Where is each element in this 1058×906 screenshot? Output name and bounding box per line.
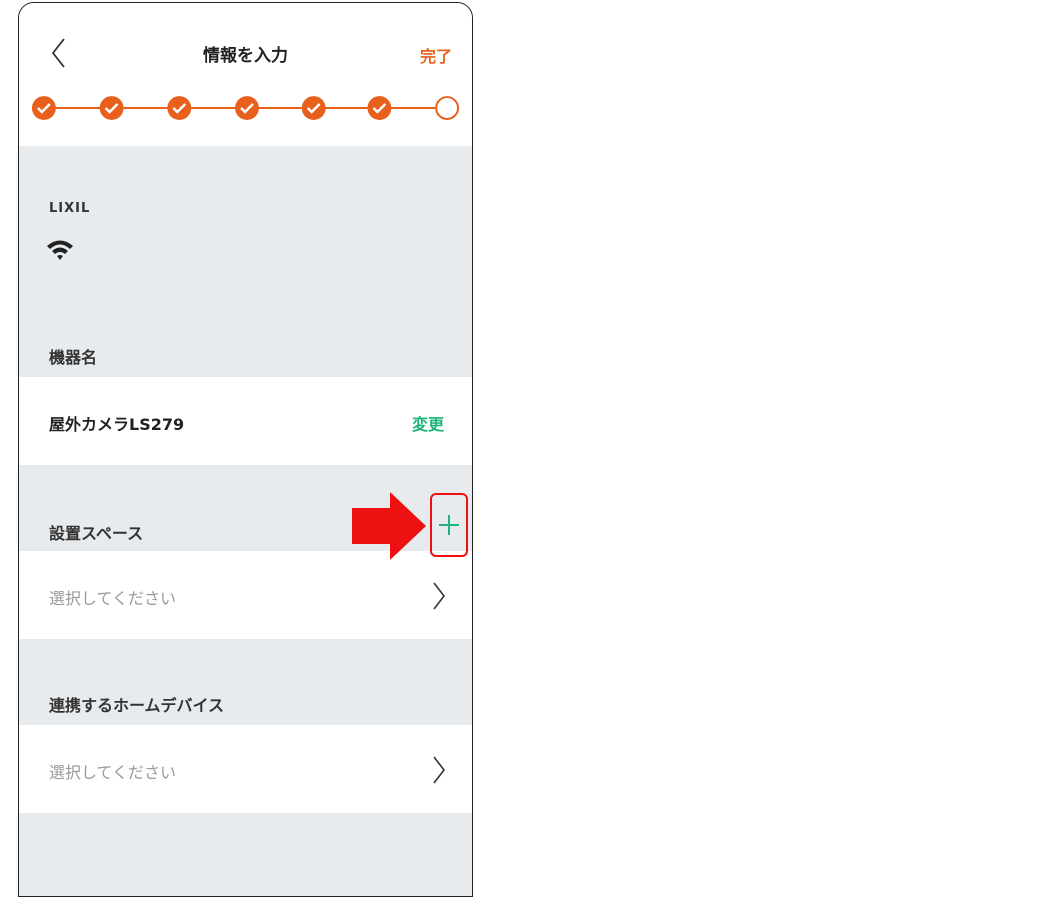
page-title: 情報を入力 [203, 46, 288, 66]
install-space-label: 設置スペース [49, 524, 144, 543]
device-name-row: 屋外カメラLS279 変更 [19, 377, 472, 465]
wifi-icon [47, 240, 73, 260]
chevron-right-icon [433, 756, 446, 784]
home-devices-select[interactable]: 選択してください [19, 725, 472, 813]
install-space-placeholder: 選択してください [49, 589, 177, 608]
step-2-complete [99, 96, 124, 120]
device-brand: LIXIL [49, 201, 91, 216]
install-space-select[interactable]: 選択してください [19, 551, 472, 639]
step-1-complete [31, 96, 56, 120]
done-button[interactable]: 完了 [420, 43, 452, 67]
home-devices-placeholder: 選択してください [49, 763, 177, 782]
chevron-right-icon [433, 582, 446, 610]
step-5-complete [301, 96, 326, 120]
step-3-complete [167, 96, 192, 120]
add-space-button[interactable] [430, 493, 468, 557]
home-devices-label: 連携するホームデバイス [49, 696, 225, 715]
device-name-value: 屋外カメラLS279 [49, 415, 185, 434]
phone-screen: 情報を入力 完了 LIXIL 機器名 屋外カメラLS279 変更 設置スペース … [18, 2, 473, 897]
change-button[interactable]: 変更 [412, 411, 444, 435]
header: 情報を入力 完了 [19, 3, 472, 146]
progress-stepper [31, 96, 460, 120]
device-name-label: 機器名 [49, 348, 98, 367]
step-6-complete [367, 96, 392, 120]
plus-icon [439, 515, 459, 535]
step-4-complete [235, 96, 259, 120]
annotation-arrow-icon [352, 492, 426, 560]
step-7-current [435, 96, 460, 120]
